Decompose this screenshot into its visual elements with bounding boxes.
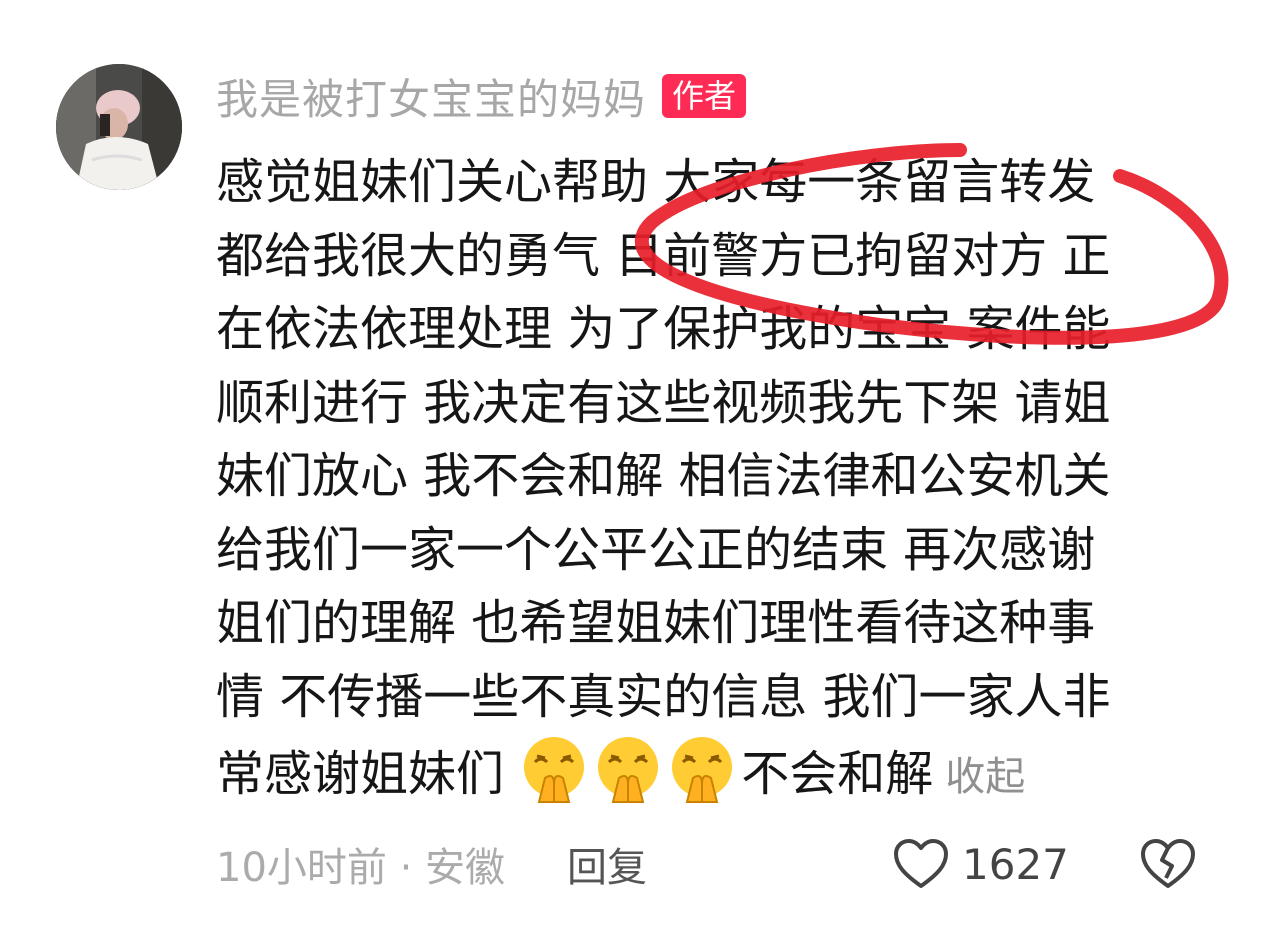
like-button[interactable]: 1627	[892, 834, 1069, 894]
comment-line: 给我们一家一个公平公正的结束 再次感谢	[216, 521, 1096, 578]
like-count: 1627	[962, 839, 1069, 889]
comment-line: 姐们的理解 也希望姐妹们理性看待这种事	[216, 595, 1096, 651]
avatar[interactable]	[56, 64, 182, 190]
comment-last-line: 常感谢姐妹们 不会和解 收起	[216, 734, 1206, 808]
pray-face-icon	[598, 737, 659, 803]
comment-line: 妹们放心 我不会和解 相信法律和公安机关	[216, 448, 1111, 504]
reply-button[interactable]: 回复	[567, 835, 647, 893]
pray-face-icon	[524, 737, 585, 803]
author-badge: 作者	[662, 74, 747, 118]
comment-item: 我是被打女宝宝的妈妈 作者 感觉姐妹们关心帮助 大家每一条留言转发 都给我很大的…	[0, 0, 1264, 936]
comment-text: 感觉姐妹们关心帮助 大家每一条留言转发 都给我很大的勇气 目前警方已拘留对方 正…	[216, 146, 1206, 808]
collapse-button[interactable]: 收起	[945, 754, 1025, 800]
comment-line-end: 不会和解	[741, 746, 934, 802]
comment-line: 都给我很大的勇气 目前警方已拘留对方 正	[216, 227, 1111, 284]
comment-line-start: 常感谢姐妹们	[216, 746, 520, 802]
comment-line: 感觉姐妹们关心帮助 大家每一条留言转发	[216, 154, 1096, 210]
broken-heart-icon[interactable]	[1140, 838, 1196, 890]
pray-face-icon	[672, 737, 733, 803]
comment-line: 情 不传播一些不真实的信息 我们一家人非	[216, 668, 1111, 725]
comment-meta: 10小时前 · 安徽 回复	[216, 834, 647, 894]
heart-icon	[894, 839, 948, 888]
author-name[interactable]: 我是被打女宝宝的妈妈	[216, 66, 646, 127]
comment-line: 顺利进行 我决定有这些视频我先下架 请姐	[216, 374, 1111, 431]
comment-line: 在依法依理处理 为了保护我的宝宝 案件能	[216, 301, 1111, 357]
avatar-photo-icon	[56, 64, 182, 190]
author-row: 我是被打女宝宝的妈妈 作者	[216, 66, 747, 127]
time-location: 10小时前 · 安徽	[216, 845, 506, 891]
